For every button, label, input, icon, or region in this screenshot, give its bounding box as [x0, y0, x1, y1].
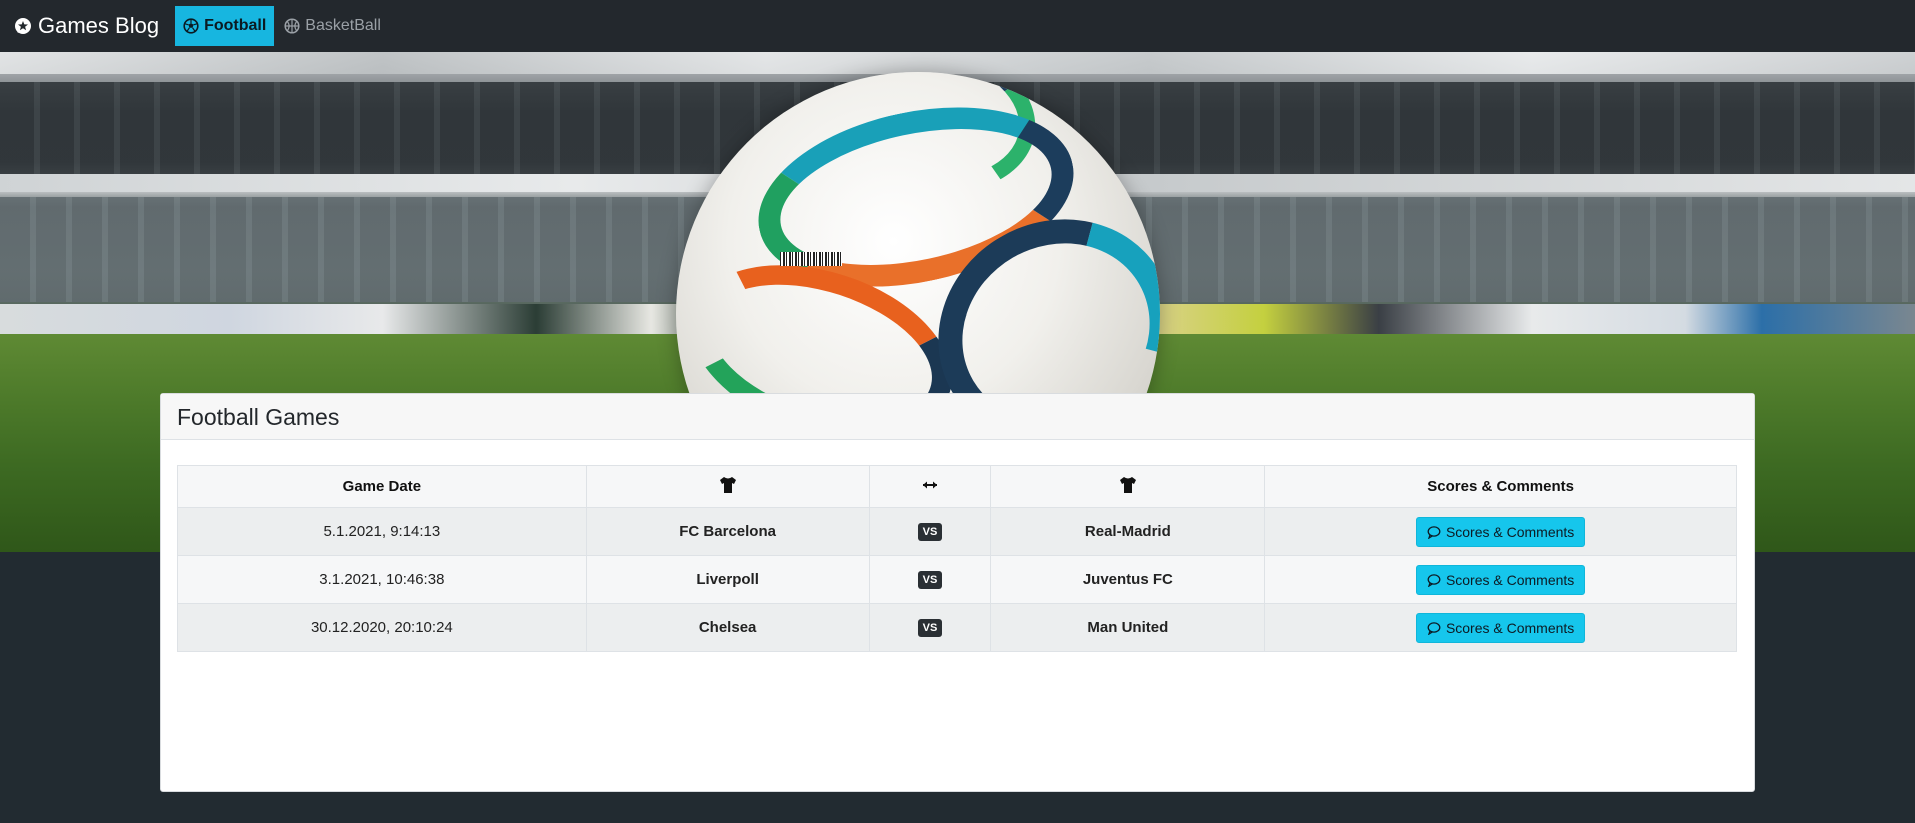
header-scores-comments: Scores & Comments [1264, 465, 1737, 508]
table-row: 3.1.2021, 10:46:38 Liverpoll VS Juventus… [177, 555, 1737, 604]
vs-cell: VS [868, 603, 992, 652]
vs-cell: VS [868, 555, 992, 604]
soccer-ball-icon [183, 18, 199, 34]
nav-basketball[interactable]: BasketBall [276, 6, 389, 46]
chat-icon [14, 17, 32, 35]
game-date-cell: 3.1.2021, 10:46:38 [177, 555, 587, 604]
header-game-date: Game Date [177, 465, 587, 508]
scores-comments-button[interactable]: Scores & Comments [1415, 564, 1586, 595]
table-header-row: Game Date Scores & Comments [177, 465, 1737, 508]
away-team-cell: Real-Madrid [990, 507, 1266, 556]
shirt-icon [1118, 475, 1138, 495]
scores-cell: Scores & Comments [1264, 603, 1737, 652]
games-table: Game Date Scores & Comments 5.1.2021, 9:… [177, 465, 1737, 652]
comment-icon [1427, 621, 1441, 635]
table-row: 30.12.2020, 20:10:24 Chelsea VS Man Unit… [177, 603, 1737, 652]
scores-comments-label: Scores & Comments [1445, 571, 1575, 588]
comment-icon [1427, 525, 1441, 539]
nav-football[interactable]: Football [175, 6, 275, 46]
vs-badge: VS [917, 571, 943, 589]
header-home-team [585, 465, 870, 508]
nav-football-label: Football [204, 17, 267, 34]
game-date-cell: 30.12.2020, 20:10:24 [177, 603, 587, 652]
vs-badge: VS [917, 619, 943, 637]
top-navbar: Games Blog Football BasketBall [0, 0, 1915, 52]
home-team-cell: Chelsea [585, 603, 870, 652]
home-team-cell: Liverpoll [585, 555, 870, 604]
scores-comments-label: Scores & Comments [1445, 619, 1575, 636]
scores-comments-button[interactable]: Scores & Comments [1415, 612, 1586, 643]
card-header: Football Games [161, 394, 1754, 440]
game-date-cell: 5.1.2021, 9:14:13 [177, 507, 587, 556]
vs-badge: VS [917, 523, 943, 541]
scores-cell: Scores & Comments [1264, 507, 1737, 556]
card-body: Game Date Scores & Comments 5.1.2021, 9:… [161, 440, 1754, 652]
card-title: Football Games [177, 404, 340, 430]
nav-basketball-label: BasketBall [305, 17, 381, 34]
comment-icon [1427, 573, 1441, 587]
brand-link[interactable]: Games Blog [14, 13, 159, 39]
brand-title: Games Blog [38, 13, 160, 38]
vs-cell: VS [868, 507, 992, 556]
away-team-cell: Man United [990, 603, 1266, 652]
scores-cell: Scores & Comments [1264, 555, 1737, 604]
double-arrow-icon [920, 475, 940, 495]
scores-comments-label: Scores & Comments [1445, 523, 1575, 540]
football-games-card: Football Games Game Date Scores & Commen… [160, 393, 1755, 792]
away-team-cell: Juventus FC [990, 555, 1266, 604]
table-row: 5.1.2021, 9:14:13 FC Barcelona VS Real-M… [177, 507, 1737, 556]
scores-comments-button[interactable]: Scores & Comments [1415, 516, 1586, 547]
basketball-icon [284, 18, 300, 34]
header-away-team [990, 465, 1266, 508]
home-team-cell: FC Barcelona [585, 507, 870, 556]
header-versus [868, 465, 992, 508]
shirt-icon [718, 475, 738, 495]
